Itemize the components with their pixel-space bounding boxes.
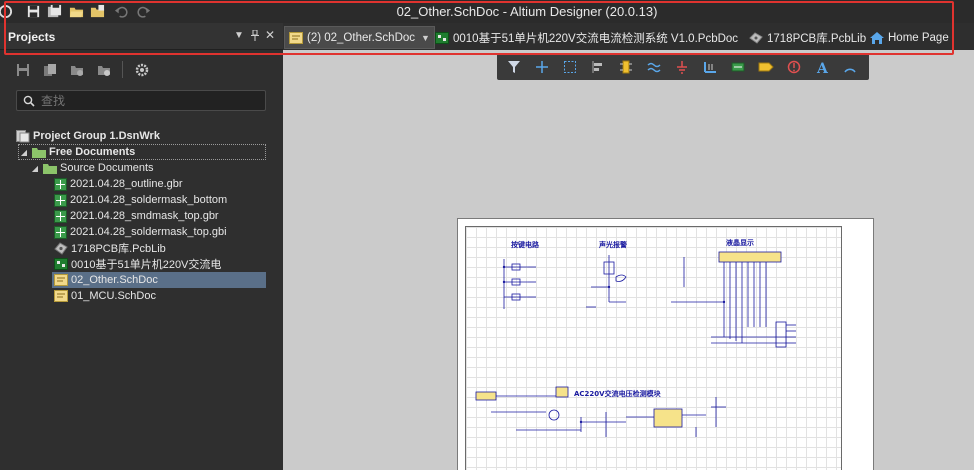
- search-icon: [23, 95, 35, 107]
- tree-file[interactable]: 0010基于51单片机220V交流电: [54, 256, 232, 272]
- tree-file[interactable]: 01_MCU.SchDoc: [54, 288, 266, 304]
- window-title: 02_Other.SchDoc - Altium Designer (20.0.…: [396, 4, 658, 19]
- sheet-drawing-area: 按键电路 声光报警 液晶显示 AC220V交流电压检测模块: [465, 226, 842, 470]
- panel-toolbar: [14, 61, 150, 78]
- tree-file[interactable]: 2021.04.28_outline.gbr: [54, 176, 266, 192]
- schematic-sheet[interactable]: 按键电路 声光报警 液晶显示 AC220V交流电压检测模块: [457, 218, 874, 470]
- projects-panel-header: Projects ▼ ✕: [0, 23, 283, 50]
- gear-icon[interactable]: [133, 61, 150, 78]
- tree-label: 2021.04.28_soldermask_top.gbi: [70, 226, 227, 238]
- expand-arrow-icon[interactable]: ◢: [19, 148, 29, 157]
- save-icon[interactable]: [14, 61, 31, 78]
- arc-icon[interactable]: [839, 57, 861, 77]
- schematic-canvas[interactable]: A 按键电路 声光报警 液晶显示 AC220V交流电压检测模块: [283, 50, 974, 470]
- tab-home-page[interactable]: Home Page: [866, 26, 953, 49]
- folder-icon: [43, 164, 57, 174]
- tree-free-documents[interactable]: ◢ Free Documents: [18, 144, 266, 160]
- part-icon[interactable]: [615, 57, 637, 77]
- toolbar-separator: [122, 61, 123, 78]
- schematic-icon: [54, 274, 68, 286]
- tree-label: Project Group 1.DsnWrk: [33, 130, 160, 142]
- select-icon[interactable]: [559, 57, 581, 77]
- directive-icon[interactable]: [783, 57, 805, 77]
- folder-icon: [32, 148, 46, 158]
- tree-project-group[interactable]: Project Group 1.DsnWrk: [16, 128, 266, 144]
- tree-file-selected[interactable]: 02_Other.SchDoc: [52, 272, 266, 288]
- active-bar: A: [497, 53, 869, 80]
- document-tab-bar: (2) 02_Other.SchDoc ▼ 0010基于51单片机220V交流电…: [283, 23, 974, 50]
- harness-icon[interactable]: [727, 57, 749, 77]
- search-box[interactable]: [16, 90, 266, 111]
- title-bar: 02_Other.SchDoc - Altium Designer (20.0.…: [0, 0, 974, 23]
- move-icon[interactable]: [531, 57, 553, 77]
- tree-file[interactable]: 2021.04.28_smdmask_top.gbr: [54, 208, 266, 224]
- svg-text:A: A: [816, 61, 829, 74]
- tree-label: 2021.04.28_soldermask_bottom: [70, 194, 228, 206]
- copy-icon[interactable]: [41, 61, 58, 78]
- project-options-icon[interactable]: [95, 61, 112, 78]
- pin-icon[interactable]: [249, 29, 261, 44]
- home-icon: [870, 31, 884, 44]
- gerber-icon: [54, 209, 67, 223]
- chevron-down-icon[interactable]: ▼: [421, 33, 430, 43]
- tree-file[interactable]: 1718PCB库.PcbLib: [54, 240, 266, 256]
- schematic-icon: [289, 31, 303, 44]
- tree-label: 01_MCU.SchDoc: [71, 290, 156, 302]
- project-group-icon: [16, 129, 30, 142]
- tab-pcblib[interactable]: 1718PCB库.PcbLib: [745, 26, 870, 49]
- pcb-icon: [54, 258, 68, 270]
- panel-title: Projects: [8, 30, 56, 44]
- gerber-icon: [54, 177, 67, 191]
- tree-source-documents[interactable]: ◢ Source Documents: [30, 160, 266, 176]
- port-icon[interactable]: [755, 57, 777, 77]
- gerber-icon: [54, 225, 67, 239]
- close-icon[interactable]: ✕: [264, 28, 276, 42]
- pcblib-icon: [54, 241, 68, 255]
- search-input[interactable]: [41, 93, 241, 108]
- tree-file[interactable]: 2021.04.28_soldermask_top.gbi: [54, 224, 266, 240]
- tab-label: Home Page: [888, 31, 949, 44]
- bus-icon[interactable]: [699, 57, 721, 77]
- tree-label: Free Documents: [49, 146, 136, 158]
- folder-options-icon[interactable]: [68, 61, 85, 78]
- dropdown-icon[interactable]: ▼: [233, 30, 245, 41]
- schematic-icon: [54, 290, 68, 302]
- expand-arrow-icon[interactable]: ◢: [30, 164, 40, 173]
- projects-panel: Project Group 1.DsnWrk ◢ Free Documents …: [0, 50, 283, 470]
- tree-label: 0010基于51单片机220V交流电: [71, 259, 222, 271]
- tree-label: 1718PCB库.PcbLib: [71, 243, 166, 255]
- align-icon[interactable]: [587, 57, 609, 77]
- tab-label: 0010基于51单片机220V交流电流检测系统 V1.0.PcbDoc: [453, 32, 739, 45]
- text-icon[interactable]: A: [811, 57, 833, 77]
- pcblib-icon: [749, 31, 763, 44]
- tree-label: 02_Other.SchDoc: [71, 274, 158, 286]
- filter-icon[interactable]: [503, 57, 525, 77]
- tree-file[interactable]: 2021.04.28_soldermask_bottom: [54, 192, 266, 208]
- pcb-icon: [435, 31, 449, 44]
- tab-label: 1718PCB库.PcbLib: [767, 32, 867, 45]
- tab-02-other-schdoc[interactable]: (2) 02_Other.SchDoc ▼: [284, 26, 435, 49]
- power-port-icon[interactable]: [671, 57, 693, 77]
- tab-pcbdoc[interactable]: 0010基于51单片机220V交流电流检测系统 V1.0.PcbDoc: [431, 26, 742, 49]
- wire-icon[interactable]: [643, 57, 665, 77]
- schematic-circuits: [475, 251, 796, 437]
- gerber-icon: [54, 193, 67, 207]
- tree-label: Source Documents: [60, 162, 154, 174]
- tree-label: 2021.04.28_smdmask_top.gbr: [70, 210, 219, 222]
- tree-label: 2021.04.28_outline.gbr: [70, 178, 183, 190]
- tab-label: (2) 02_Other.SchDoc: [307, 31, 416, 44]
